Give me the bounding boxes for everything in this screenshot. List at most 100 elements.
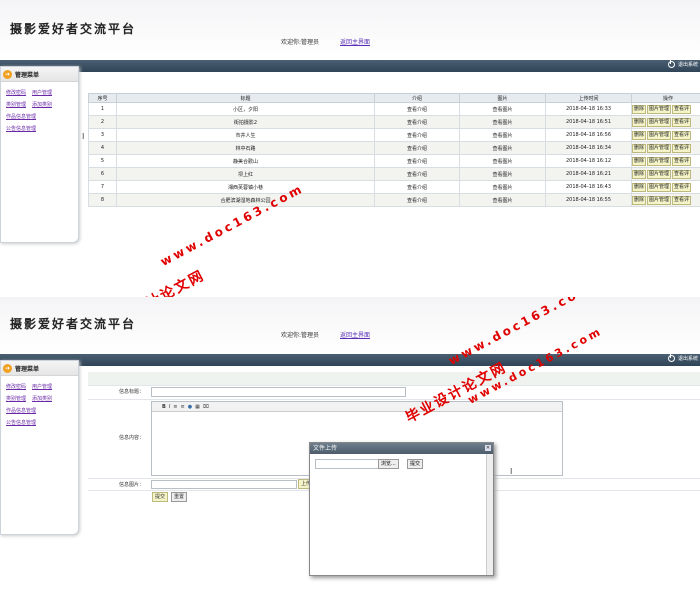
delete-button[interactable]: 删除 [632, 156, 647, 166]
sidebar-item-notices[interactable]: 公告信息管理 [6, 126, 36, 132]
image-manage-button[interactable]: 图片管理 [647, 169, 672, 179]
image-label: 信息图片： [118, 482, 144, 488]
row-pic-link[interactable]: 查看图片 [459, 102, 546, 116]
sidebar-item-categories[interactable]: 类别管理 [6, 396, 26, 402]
view-comments-button[interactable]: 查看评 [672, 169, 692, 179]
editor-toolbar: B I ≡ ≡ ● ▦ ⌧ [152, 402, 562, 412]
table-row: 1 小区，夕阳 查看介绍 查看图片 2018-04-18 16:33 删除 图片管理 查看评 [88, 102, 700, 116]
image-icon[interactable]: ▦ [195, 404, 200, 410]
sidebar-item-change-password[interactable]: 修改密码 [6, 90, 26, 96]
row-intro-link[interactable]: 查看介绍 [374, 115, 460, 129]
dialog-submit-button[interactable]: 提交 [407, 459, 424, 469]
table-row: 4 林中石路 查看介绍 查看图片 2018-04-18 16:34 删除 图片管理 查看评 [88, 141, 700, 155]
view-comments-button[interactable]: 查看评 [672, 117, 692, 127]
title-input[interactable] [151, 387, 406, 397]
table-header-row: 序号 标题 介绍 图片 上传时间 操作 [88, 93, 700, 103]
row-pic-link[interactable]: 查看图片 [459, 193, 546, 207]
row-intro-link[interactable]: 查看介绍 [374, 128, 460, 142]
image-manage-button[interactable]: 图片管理 [647, 195, 672, 205]
sidebar-title: 管理菜单 [15, 365, 40, 373]
browse-button[interactable]: 浏览... [378, 459, 399, 469]
delete-button[interactable]: 删除 [632, 104, 647, 114]
row-ops: 删除 图片管理 查看评 [631, 115, 700, 129]
works-table: 序号 标题 介绍 图片 上传时间 操作 1 小区，夕阳 查看介绍 查看图片 2018-0… [88, 93, 700, 207]
delete-button[interactable]: 删除 [632, 143, 647, 153]
sidebar-item-categories[interactable]: 类别管理 [6, 102, 26, 108]
image-manage-button[interactable]: 图片管理 [647, 182, 672, 192]
row-ops: 删除 图片管理 查看评 [631, 154, 700, 168]
row-intro-link[interactable]: 查看介绍 [374, 141, 460, 155]
sidebar-item-add-category[interactable]: 添加类别 [32, 102, 52, 108]
row-intro-link[interactable]: 查看介绍 [374, 154, 460, 168]
form-row-title: 信息标题： [88, 385, 700, 400]
image-manage-button[interactable]: 图片管理 [647, 104, 672, 114]
row-no: 2 [88, 115, 117, 129]
view-comments-button[interactable]: 查看评 [672, 156, 692, 166]
image-manage-button[interactable]: 图片管理 [647, 117, 672, 127]
view-comments-button[interactable]: 查看评 [672, 104, 692, 114]
col-no: 序号 [88, 93, 117, 103]
content-label: 信息内容： [118, 435, 144, 441]
row-pic-link[interactable]: 查看图片 [459, 141, 546, 155]
home-link[interactable]: 返回主界面 [340, 37, 370, 46]
row-intro-link[interactable]: 查看介绍 [374, 167, 460, 181]
delete-button[interactable]: 删除 [632, 130, 647, 140]
col-ops: 操作 [631, 93, 700, 103]
delete-button[interactable]: 删除 [632, 182, 647, 192]
dialog-scrollbar[interactable] [486, 454, 493, 575]
sidebar-item-change-password[interactable]: 修改密码 [6, 384, 26, 390]
delete-button[interactable]: 删除 [632, 117, 647, 127]
row-intro-link[interactable]: 查看介绍 [374, 193, 460, 207]
table-row: 2 街拍摄影2 查看介绍 查看图片 2018-04-18 16:51 删除 图片管理 查看评 [88, 115, 700, 129]
sidebar-item-works[interactable]: 作品信息管理 [6, 408, 36, 414]
row-time: 2018-04-18 16:34 [545, 141, 632, 155]
arrow-right-icon: ➜ [3, 69, 12, 79]
bold-icon[interactable]: B [162, 404, 166, 410]
view-comments-button[interactable]: 查看评 [672, 130, 692, 140]
link-icon[interactable]: ● [188, 404, 192, 410]
row-intro-link[interactable]: 查看介绍 [374, 180, 460, 194]
close-icon[interactable]: ✕ [485, 445, 491, 451]
row-title: 坝上红 [116, 167, 375, 181]
sidebar-item-add-category[interactable]: 添加类别 [32, 396, 52, 402]
row-no: 4 [88, 141, 117, 155]
logout-button[interactable]: 退出系统 [667, 60, 700, 68]
row-pic-link[interactable]: 查看图片 [459, 167, 546, 181]
ordered-list-icon[interactable]: ≡ [173, 404, 177, 410]
sidebar-item-users[interactable]: 用户管理 [32, 384, 52, 390]
view-comments-button[interactable]: 查看评 [672, 182, 692, 192]
dialog-title: 文件上传 [313, 445, 338, 452]
image-manage-button[interactable]: 图片管理 [647, 156, 672, 166]
power-icon [667, 354, 675, 362]
row-pic-link[interactable]: 查看图片 [459, 154, 546, 168]
logout-button[interactable]: 退出系统 [667, 354, 700, 362]
sidebar-links: 修改密码 用户管理 类别管理 添加类别 作品信息管理 公告信息管理 [1, 82, 78, 135]
logout-label: 退出系统 [677, 356, 698, 362]
text-cursor-icon: I [510, 467, 513, 476]
row-time: 2018-04-18 16:56 [545, 128, 632, 142]
image-manage-button[interactable]: 图片管理 [647, 143, 672, 153]
sidebar-item-users[interactable]: 用户管理 [32, 90, 52, 96]
submit-button[interactable]: 提交 [152, 492, 169, 502]
row-pic-link[interactable]: 查看图片 [459, 115, 546, 129]
unordered-list-icon[interactable]: ≡ [181, 404, 185, 410]
view-comments-button[interactable]: 查看评 [672, 195, 692, 205]
arrow-right-icon: ➜ [3, 363, 12, 373]
delete-button[interactable]: 删除 [632, 169, 647, 179]
reset-button[interactable]: 重置 [171, 492, 188, 502]
row-no: 7 [88, 180, 117, 194]
italic-icon[interactable]: I [169, 404, 170, 410]
home-link[interactable]: 返回主界面 [340, 330, 370, 339]
file-path-input[interactable] [315, 459, 379, 469]
source-icon[interactable]: ⌧ [203, 404, 209, 410]
row-ops: 删除 图片管理 查看评 [631, 180, 700, 194]
image-path-input[interactable] [151, 480, 297, 489]
delete-button[interactable]: 删除 [632, 195, 647, 205]
row-intro-link[interactable]: 查看介绍 [374, 102, 460, 116]
row-pic-link[interactable]: 查看图片 [459, 128, 546, 142]
image-manage-button[interactable]: 图片管理 [647, 130, 672, 140]
row-pic-link[interactable]: 查看图片 [459, 180, 546, 194]
sidebar-item-works[interactable]: 作品信息管理 [6, 114, 36, 120]
sidebar-item-notices[interactable]: 公告信息管理 [6, 420, 36, 426]
view-comments-button[interactable]: 查看评 [672, 143, 692, 153]
